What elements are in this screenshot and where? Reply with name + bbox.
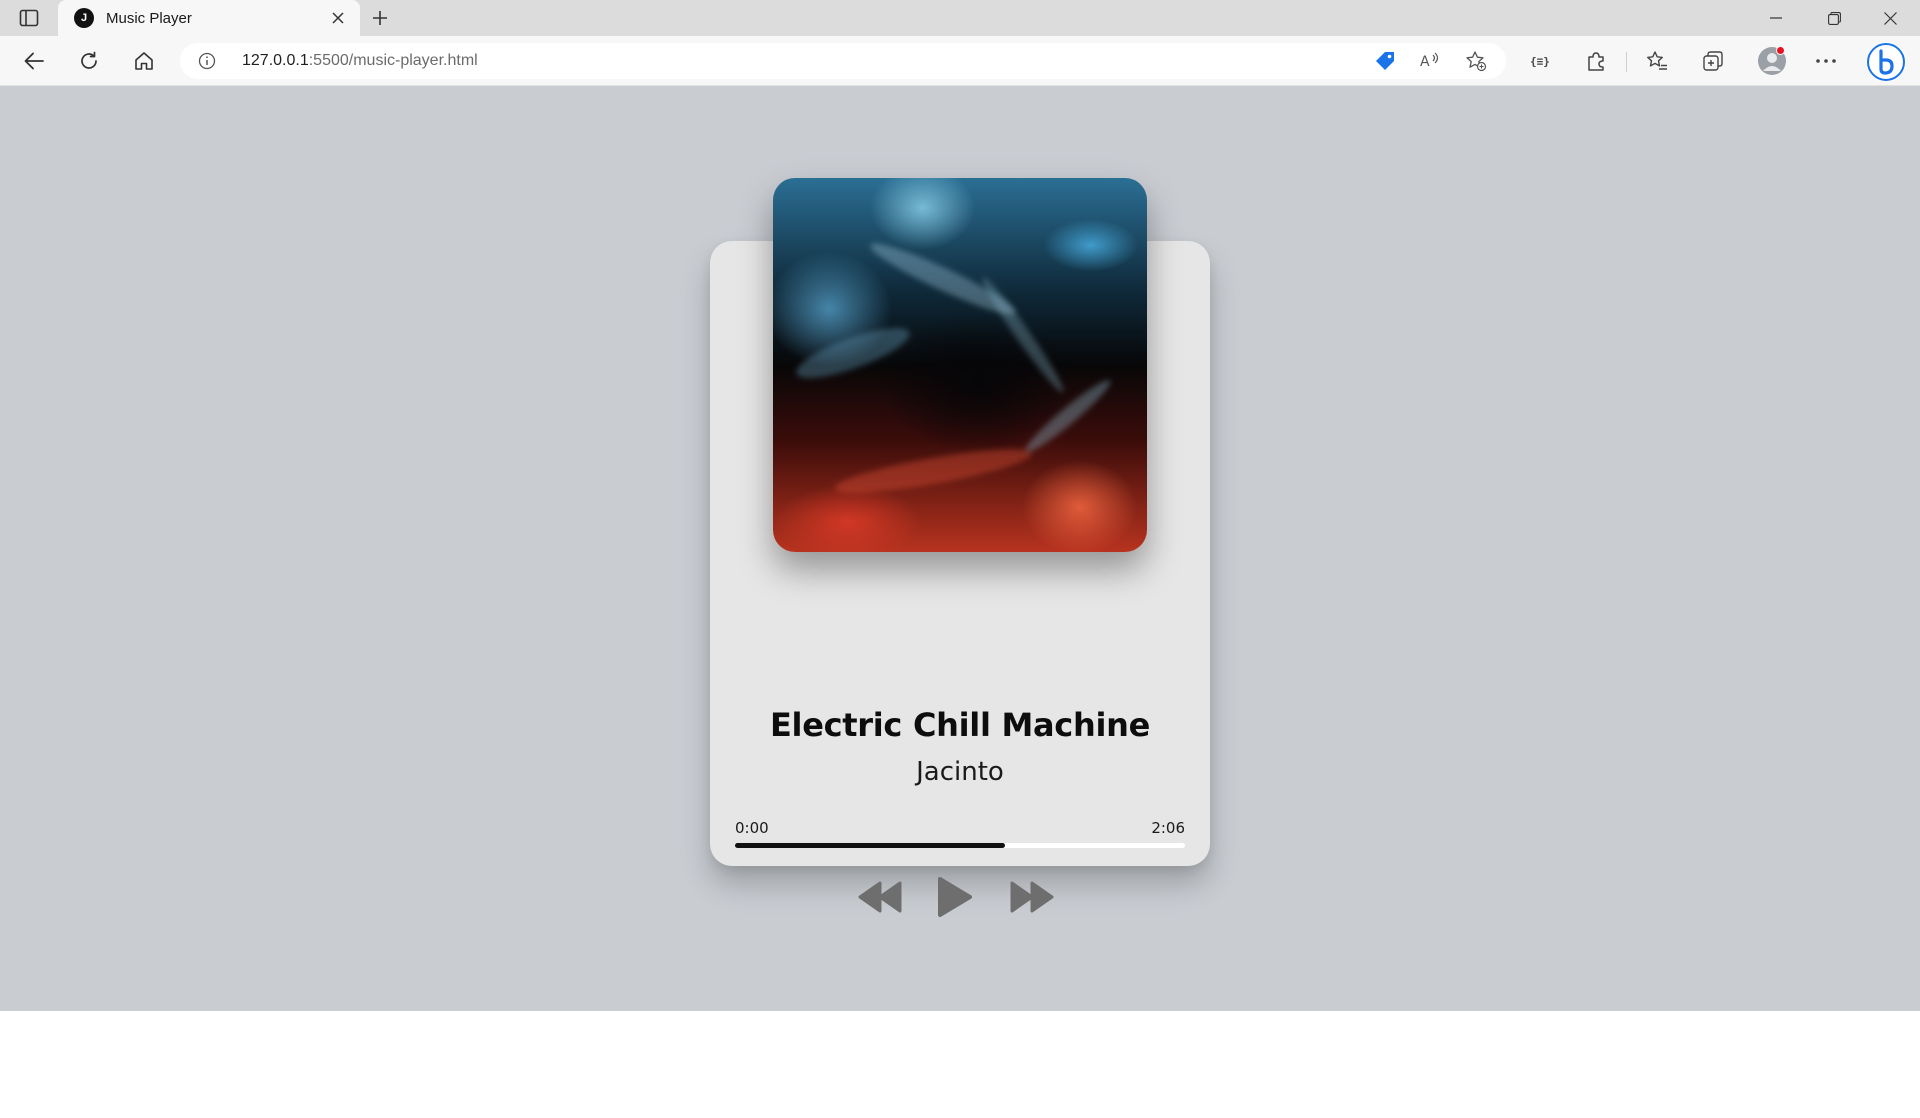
album-cover-image bbox=[773, 178, 1147, 552]
duration-time: 2:06 bbox=[1151, 819, 1185, 837]
new-tab-icon[interactable] bbox=[368, 6, 392, 30]
home-icon[interactable] bbox=[130, 47, 158, 75]
browser-toolbar: 127.0.0.1:5500/music-player.html A {≡} bbox=[0, 36, 1920, 86]
tab-title: Music Player bbox=[106, 10, 192, 27]
tab-bar: J Music Player bbox=[0, 0, 1920, 36]
toolbar-divider bbox=[1626, 52, 1627, 72]
minimize-icon[interactable] bbox=[1748, 0, 1804, 36]
url-path: :5500/music-player.html bbox=[308, 52, 478, 69]
copilot-icon[interactable] bbox=[1866, 42, 1906, 82]
close-window-icon[interactable] bbox=[1862, 0, 1918, 36]
close-tab-icon[interactable] bbox=[328, 8, 348, 28]
svg-text:{≡}: {≡} bbox=[1530, 55, 1550, 68]
add-favorite-icon[interactable] bbox=[1464, 49, 1488, 73]
more-options-icon[interactable] bbox=[1814, 49, 1838, 73]
notification-dot bbox=[1776, 46, 1785, 55]
progress-fill bbox=[735, 843, 1005, 848]
collections-icon[interactable] bbox=[1701, 49, 1725, 73]
developer-tools-icon[interactable]: {≡} bbox=[1529, 49, 1553, 73]
url-host: 127.0.0.1 bbox=[242, 52, 309, 69]
rewind-icon bbox=[858, 881, 902, 913]
url-text[interactable]: 127.0.0.1:5500/music-player.html bbox=[242, 52, 478, 70]
artist-name: Jacinto bbox=[916, 757, 1004, 787]
progress-bar[interactable] bbox=[735, 843, 1185, 848]
read-aloud-icon[interactable]: A bbox=[1418, 49, 1442, 73]
favorites-icon[interactable] bbox=[1645, 49, 1669, 73]
play-icon bbox=[938, 877, 972, 917]
page-blank-area bbox=[0, 1011, 1920, 1118]
tab-actions-icon[interactable] bbox=[16, 7, 42, 29]
fast-forward-button[interactable] bbox=[1007, 872, 1057, 922]
coupon-tag-icon[interactable] bbox=[1373, 49, 1397, 73]
address-bar[interactable]: 127.0.0.1:5500/music-player.html A bbox=[180, 43, 1506, 79]
page-viewport: Electric Chill Machine Jacinto 0:00 2:06 bbox=[0, 86, 1920, 1011]
extensions-icon[interactable] bbox=[1584, 49, 1608, 73]
site-info-icon[interactable] bbox=[198, 52, 216, 70]
tab-favicon: J bbox=[74, 8, 94, 28]
refresh-icon[interactable] bbox=[75, 47, 103, 75]
svg-text:A: A bbox=[1420, 54, 1430, 70]
play-button[interactable] bbox=[930, 872, 980, 922]
song-title: Electric Chill Machine bbox=[769, 706, 1150, 744]
fast-forward-icon bbox=[1010, 881, 1054, 913]
browser-tab[interactable]: J Music Player bbox=[58, 0, 360, 36]
back-icon[interactable] bbox=[20, 47, 48, 75]
restore-icon[interactable] bbox=[1806, 0, 1862, 36]
current-time: 0:00 bbox=[735, 819, 769, 837]
rewind-button[interactable] bbox=[855, 872, 905, 922]
